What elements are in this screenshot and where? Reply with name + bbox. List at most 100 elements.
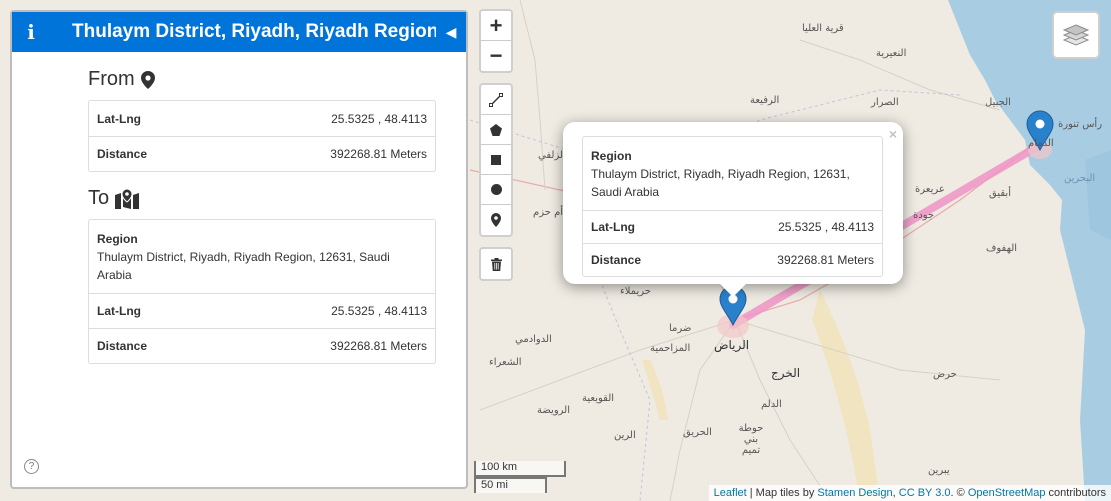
help-icon[interactable]: ?	[24, 459, 39, 474]
map-label-sarrar: الصرار	[871, 97, 899, 108]
table-row: Lat-Lng 25.5325 , 48.4113	[583, 210, 882, 243]
row-value: 25.5325 , 48.4113	[778, 220, 874, 234]
map-label-jubail: الجبيل	[985, 97, 1011, 108]
map-label-abqaiq: أبقيق	[989, 188, 1011, 199]
row-key: Distance	[591, 253, 642, 267]
osm-link[interactable]: OpenStreetMap	[968, 487, 1046, 499]
to-section-title: To	[88, 187, 140, 210]
folded-map-marker-icon	[115, 188, 140, 209]
polyline-icon[interactable]	[481, 85, 511, 115]
map-attribution: Leaflet | Map tiles by Stamen Design, CC…	[708, 485, 1111, 501]
map-label-umm-hazm: أم حزم	[533, 207, 564, 218]
circle-icon[interactable]	[481, 175, 511, 205]
layers-icon	[1063, 24, 1089, 46]
map-label-haradh: حرض	[933, 369, 957, 380]
zoom-out-button[interactable]: −	[481, 41, 511, 71]
popup-table: Region Thulaym District, Riyadh, Riyadh …	[582, 136, 883, 277]
from-table: Lat-Lng 25.5325 , 48.4113 Distance 39226…	[88, 100, 436, 172]
road	[519, 0, 546, 191]
map-label-hofuf: الهفوف	[986, 243, 1018, 254]
map-label-nairiyah: النعيرية	[876, 48, 907, 59]
row-key: Lat-Lng	[97, 111, 141, 126]
sidebar-title: Thulaym District, Riyadh, Riyadh Region,	[72, 21, 436, 42]
region-label: Region	[97, 232, 138, 246]
from-section-title: From	[88, 68, 155, 91]
region-value: Thulaym District, Riyadh, Riyadh Region,…	[97, 250, 390, 282]
row-key: Lat-Lng	[591, 220, 635, 234]
stamen-link[interactable]: Stamen Design	[817, 487, 892, 499]
road	[734, 319, 831, 501]
map-label-zulfi: الزلفي	[538, 150, 566, 161]
table-row-region: Region Thulaym District, Riyadh, Riyadh …	[89, 220, 435, 293]
row-value: 392268.81 Meters	[330, 147, 427, 161]
popup-close-button[interactable]: ×	[889, 126, 897, 142]
info-sidebar: i Thulaym District, Riyadh, Riyadh Regio…	[10, 10, 468, 489]
draw-toolbar	[479, 83, 513, 237]
marker-icon[interactable]	[481, 205, 511, 235]
table-row: Lat-Lng 25.5325 , 48.4113	[89, 293, 435, 328]
table-row: Distance 392268.81 Meters	[583, 243, 882, 276]
map-label-dilam: الدلم	[761, 399, 782, 410]
attribution-text: | Map tiles by	[746, 487, 818, 499]
caret-left-icon[interactable]: ◀	[436, 24, 466, 41]
layers-control[interactable]	[1052, 11, 1100, 59]
map-label-hariq: الحريق	[683, 427, 712, 438]
to-title-text: To	[88, 187, 110, 209]
map-label-hawtat: حوطة بني تميم	[738, 423, 764, 456]
map-popup: × Region Thulaym District, Riyadh, Riyad…	[563, 122, 903, 284]
map-label-bahrain: البحرين	[1064, 173, 1096, 184]
persian-gulf-water	[948, 0, 1111, 501]
attribution-text: . ©	[950, 487, 968, 499]
map-label-rayn: الرين	[614, 430, 636, 441]
popup-tip	[719, 283, 747, 297]
region-border	[599, 279, 651, 501]
to-table: Region Thulaym District, Riyadh, Riyadh …	[88, 219, 436, 364]
scale-bar-mi: 50 mi	[474, 477, 547, 493]
leaflet-link[interactable]: Leaflet	[714, 487, 747, 499]
trash-icon[interactable]	[481, 249, 511, 279]
license-link[interactable]: CC BY 3.0	[899, 487, 951, 499]
scale-bar-km: 100 km	[474, 461, 566, 477]
table-row: Distance 392268.81 Meters	[89, 136, 435, 171]
map-label-dirma: ضرما	[669, 323, 692, 334]
sidebar-header: i Thulaym District, Riyadh, Riyadh Regio…	[12, 12, 466, 52]
map-label-huraymila: حريملاء	[620, 286, 651, 297]
row-value: 392268.81 Meters	[330, 339, 427, 353]
map-label-quwayiyah: القويعية	[582, 393, 615, 404]
map-label-dawadmi: الدوادمي	[515, 334, 552, 345]
info-icon[interactable]: i	[12, 20, 50, 44]
table-row: Lat-Lng 25.5325 , 48.4113	[89, 101, 435, 136]
region-value: Thulaym District, Riyadh, Riyadh Region,…	[591, 167, 850, 199]
from-title-text: From	[88, 68, 135, 90]
map-label-muzahmiyah: المزاحمية	[650, 343, 691, 354]
zoom-in-button[interactable]: +	[481, 11, 511, 41]
map-label-ras-tanura: رأس تنورة	[1058, 119, 1103, 130]
region-label: Region	[591, 149, 632, 163]
sand-dunes-2	[642, 360, 668, 420]
map-marker-icon	[140, 70, 155, 89]
map-label-dammam: الدمام	[1028, 138, 1054, 149]
table-row: Distance 392268.81 Meters	[89, 328, 435, 363]
rectangle-icon[interactable]	[481, 145, 511, 175]
row-value: 392268.81 Meters	[777, 253, 874, 267]
map-label-rafiyah: الرفيعة	[750, 95, 780, 106]
map-label-yabrin: يبرين	[928, 465, 950, 476]
map-label-uraira: عريعرة	[915, 184, 945, 195]
attribution-text: contributors	[1045, 487, 1106, 499]
table-row-region: Region Thulaym District, Riyadh, Riyadh …	[583, 137, 882, 210]
map-label-ruwaydah: الرويضة	[537, 405, 570, 416]
row-key: Lat-Lng	[97, 304, 141, 318]
map-label-qaryat-ulya: قرية العليا	[802, 23, 844, 34]
polygon-icon[interactable]	[481, 115, 511, 145]
row-value: 25.5325 , 48.4113	[331, 304, 427, 318]
map-label-shaqra: الشعراء	[489, 357, 522, 368]
map-label-judah: جودة	[913, 210, 935, 221]
row-key: Distance	[97, 339, 148, 353]
zoom-control: + −	[479, 9, 513, 73]
map-label-riyadh: الرياض	[714, 338, 750, 352]
map-label-kharj: الخرج	[771, 366, 801, 380]
delete-toolbar	[479, 247, 513, 281]
row-value: 25.5325 , 48.4113	[331, 111, 427, 126]
sand-dunes	[812, 290, 880, 501]
row-key: Distance	[97, 147, 148, 161]
